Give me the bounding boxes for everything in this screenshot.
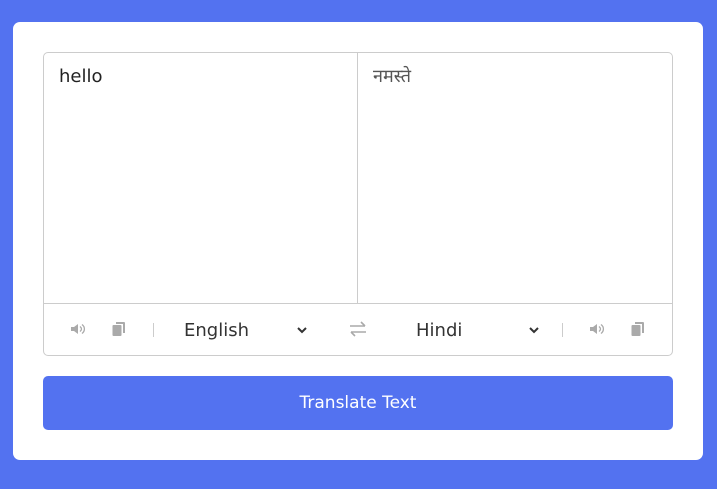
from-text-input[interactable]: hello [44,53,358,303]
swap-icon[interactable] [348,320,368,338]
from-volume-icon[interactable] [70,321,86,337]
to-language-select[interactable]: Hindi [416,316,541,344]
from-copy-icon[interactable] [111,321,127,337]
right-divider [562,323,563,337]
to-volume-icon[interactable] [589,321,605,337]
left-divider [153,323,154,337]
text-input-area: hello नमस्ते [44,53,672,304]
to-language-label: Hindi [416,319,463,341]
translator-wrapper: hello नमस्ते English Hindi [43,52,673,356]
to-text-output[interactable]: नमस्ते [358,53,672,303]
from-language-select[interactable]: English [184,316,309,344]
from-language-label: English [184,319,249,341]
controls-bar: English Hindi [44,304,672,355]
chevron-down-icon [529,327,539,334]
to-copy-icon[interactable] [630,321,646,337]
chevron-down-icon [297,327,307,334]
translate-button[interactable]: Translate Text [43,376,673,430]
translator-card: hello नमस्ते English Hindi Translate Tex… [13,22,703,460]
